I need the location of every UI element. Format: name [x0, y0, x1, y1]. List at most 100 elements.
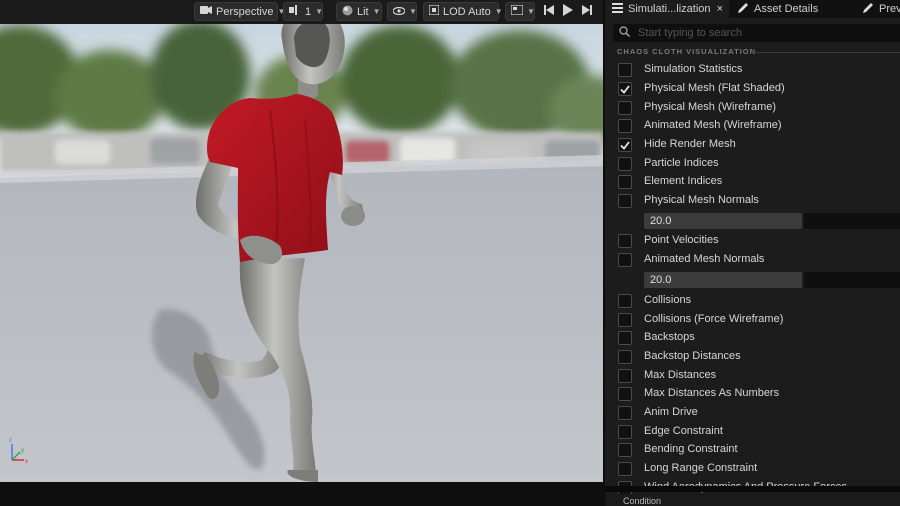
- option-row[interactable]: Max Distances: [605, 367, 900, 385]
- checkbox-unchecked[interactable]: [618, 443, 632, 457]
- option-row[interactable]: Long Range Constraint: [605, 460, 900, 478]
- option-label: Particle Indices: [644, 157, 719, 169]
- option-row[interactable]: Anim Drive: [605, 404, 900, 422]
- level-viewport[interactable]: z x y Perspective ▼ 1 ▼ Lit ▼ ▼ LOD Auto…: [0, 0, 603, 482]
- option-row[interactable]: Physical Mesh Normals: [605, 192, 900, 210]
- option-row[interactable]: Point Velocities: [605, 232, 900, 250]
- option-row[interactable]: Element Indices: [605, 173, 900, 191]
- option-label: Edge Constraint: [644, 425, 723, 437]
- lod-icon: [428, 4, 440, 18]
- option-label: Collisions: [644, 294, 692, 306]
- checkmark-icon: [620, 84, 630, 94]
- checkbox-unchecked[interactable]: [618, 101, 632, 115]
- checkbox-unchecked[interactable]: [618, 331, 632, 345]
- option-label: Backstops: [644, 331, 695, 343]
- checkbox-unchecked[interactable]: [618, 157, 632, 171]
- tab-simulation-label: Simulati...lization: [628, 3, 711, 15]
- checkbox-checked[interactable]: [618, 138, 632, 152]
- option-row[interactable]: Edge Constraint: [605, 423, 900, 441]
- checkbox-unchecked[interactable]: [618, 194, 632, 208]
- viewport-toolbar: Perspective ▼ 1 ▼ Lit ▼ ▼ LOD Auto ▼ ▼: [0, 0, 603, 24]
- skip-forward-button[interactable]: [579, 4, 595, 20]
- option-row[interactable]: Particle Indices: [605, 155, 900, 173]
- option-row[interactable]: Backstops: [605, 329, 900, 347]
- option-label: Backstop Distances: [644, 350, 741, 362]
- lod-dropdown[interactable]: LOD Auto ▼: [423, 2, 503, 21]
- checkbox-unchecked[interactable]: [618, 253, 632, 267]
- skip-back-button[interactable]: [541, 4, 557, 20]
- lod-label: LOD Auto: [443, 5, 491, 18]
- option-label: Point Velocities: [644, 234, 719, 246]
- list-icon: [612, 2, 623, 16]
- perspective-camera-icon: [200, 5, 212, 18]
- tab-simulation-visualization[interactable]: Simulati...lization ×: [605, 0, 729, 18]
- checkbox-unchecked[interactable]: [618, 369, 632, 383]
- close-tab-icon[interactable]: ×: [717, 3, 723, 15]
- option-label: Collisions (Force Wireframe): [644, 313, 784, 325]
- checkbox-unchecked[interactable]: [618, 234, 632, 248]
- option-row[interactable]: Collisions (Force Wireframe): [605, 311, 900, 329]
- viewport-scene[interactable]: z x y: [0, 0, 603, 482]
- option-label: Animated Mesh (Wireframe): [644, 119, 782, 131]
- checkbox-unchecked[interactable]: [618, 119, 632, 133]
- camera-speed-label: 1: [305, 5, 312, 18]
- option-label: Physical Mesh Normals: [644, 194, 759, 206]
- tab-asset-details[interactable]: Asset Details: [733, 0, 818, 18]
- option-row[interactable]: Simulation Statistics: [605, 61, 900, 79]
- checkbox-checked[interactable]: [618, 82, 632, 96]
- screen-settings-icon: [510, 4, 524, 18]
- camera-speed-dropdown[interactable]: 1 ▼: [283, 2, 323, 21]
- option-row[interactable]: Collisions: [605, 292, 900, 310]
- normals-scale-row: 20.0: [642, 272, 900, 288]
- show-dropdown[interactable]: ▼: [387, 2, 417, 21]
- search-bar[interactable]: [613, 24, 900, 42]
- tab-preview-settings[interactable]: Previ: [858, 0, 900, 18]
- chevron-down-icon: ▼: [527, 7, 535, 16]
- condition-tab[interactable]: Condition: [605, 494, 900, 506]
- pencil-icon: [862, 2, 874, 17]
- checkbox-unchecked[interactable]: [618, 175, 632, 189]
- normals-scale-input[interactable]: 20.0: [644, 213, 802, 229]
- svg-text:y: y: [21, 448, 24, 454]
- option-row[interactable]: Max Distances As Numbers: [605, 385, 900, 403]
- section-divider: [751, 52, 900, 53]
- checkbox-unchecked[interactable]: [618, 294, 632, 308]
- checkbox-unchecked[interactable]: [618, 350, 632, 364]
- option-label: Simulation Statistics: [644, 63, 743, 75]
- pencil-icon: [737, 2, 749, 17]
- play-button[interactable]: [560, 4, 576, 20]
- search-input[interactable]: [638, 27, 878, 39]
- option-row[interactable]: Physical Mesh (Wireframe): [605, 99, 900, 117]
- lit-label: Lit: [357, 5, 369, 18]
- checkbox-unchecked[interactable]: [618, 63, 632, 77]
- camera-speed-icon: [289, 5, 301, 18]
- option-row[interactable]: Bending Constraint: [605, 441, 900, 459]
- checkbox-unchecked[interactable]: [618, 387, 632, 401]
- skip-forward-icon: [581, 3, 593, 21]
- play-icon: [562, 3, 574, 21]
- panel-tab-bar: Simulati...lization × Asset Details Prev…: [605, 0, 900, 18]
- checkbox-unchecked[interactable]: [618, 406, 632, 420]
- normals-scale-input[interactable]: 20.0: [644, 272, 802, 288]
- checkbox-unchecked[interactable]: [618, 313, 632, 327]
- option-row[interactable]: Animated Mesh (Wireframe): [605, 117, 900, 135]
- show-eye-icon: [392, 6, 406, 18]
- option-row[interactable]: Animated Mesh Normals: [605, 251, 900, 269]
- option-row[interactable]: Backstop Distances: [605, 348, 900, 366]
- value-slot: [804, 213, 900, 229]
- lit-mode-dropdown[interactable]: Lit ▼: [336, 2, 382, 21]
- perspective-dropdown[interactable]: Perspective ▼: [194, 2, 285, 21]
- option-label: Max Distances As Numbers: [644, 387, 780, 399]
- checkmark-icon: [620, 140, 630, 150]
- checkbox-unchecked[interactable]: [618, 425, 632, 439]
- screen-settings-dropdown[interactable]: ▼: [505, 2, 535, 21]
- section-header: CHAOS CLOTH VISUALIZATION: [617, 47, 757, 56]
- viewport-bottom-bar: [0, 482, 603, 506]
- checkbox-unchecked[interactable]: [618, 462, 632, 476]
- panel-splitter[interactable]: [605, 486, 900, 492]
- option-row[interactable]: Physical Mesh (Flat Shaded): [605, 80, 900, 98]
- tab-preview-label: Previ: [879, 3, 900, 15]
- option-row[interactable]: Hide Render Mesh: [605, 136, 900, 154]
- option-label: Physical Mesh (Wireframe): [644, 101, 777, 113]
- option-label: Bending Constraint: [644, 443, 738, 455]
